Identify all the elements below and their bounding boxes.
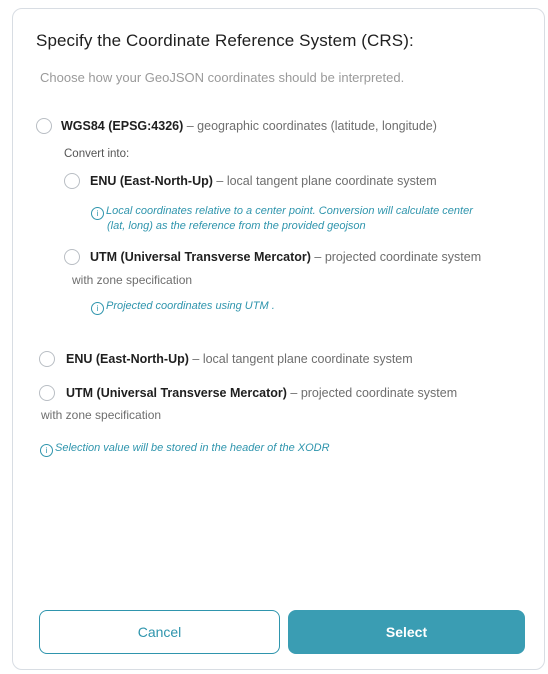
cancel-button[interactable]: Cancel [39, 610, 280, 654]
option-convert-utm-desc2: with zone specification [72, 273, 193, 287]
convert-into-label: Convert into: [64, 148, 130, 160]
dialog-title: Specify the Coordinate Reference System … [36, 31, 414, 50]
option-utm-desc2: with zone specification [41, 408, 162, 422]
option-enu-label: ENU (East-North-Up) [66, 352, 189, 366]
option-convert-enu-desc: – local tangent plane coordinate system [212, 174, 437, 188]
option-enu-desc: – local tangent plane coordinate system [188, 352, 413, 366]
convert-utm-info-text: Projected coordinates using UTM . [106, 300, 275, 312]
radio-convert-enu[interactable] [64, 173, 80, 189]
footer-info: i Selection value will be stored in the h… [40, 442, 330, 457]
dialog-subtitle: Choose how your GeoJSON coordinates shou… [40, 70, 405, 85]
footer-info-text: Selection value will be stored in the he… [55, 442, 330, 454]
option-convert-utm-label: UTM (Universal Transverse Mercator) [90, 250, 311, 264]
option-convert-enu-label: ENU (East-North-Up) [90, 174, 213, 188]
radio-enu[interactable] [39, 351, 55, 367]
info-icon: i [91, 207, 104, 220]
option-convert-utm-desc: – projected coordinate system [310, 250, 482, 264]
option-utm-desc: – projected coordinate system [286, 386, 458, 400]
info-icon: i [91, 302, 104, 315]
option-convert-enu[interactable]: ENU (East-North-Up) – local tangent plan… [90, 174, 437, 188]
crs-dialog: Specify the Coordinate Reference System … [12, 8, 545, 670]
convert-enu-info-line2: (lat, long) as the reference from the pr… [107, 220, 366, 232]
radio-wgs84[interactable] [36, 118, 52, 134]
option-utm[interactable]: UTM (Universal Transverse Mercator) – pr… [66, 386, 457, 400]
option-wgs84-desc: – geographic coordinates (latitude, long… [183, 119, 437, 133]
option-convert-utm[interactable]: UTM (Universal Transverse Mercator) – pr… [90, 250, 481, 264]
radio-utm[interactable] [39, 385, 55, 401]
option-wgs84[interactable]: WGS84 (EPSG:4326) – geographic coordinat… [61, 119, 437, 133]
radio-convert-utm[interactable] [64, 249, 80, 265]
option-enu[interactable]: ENU (East-North-Up) – local tangent plan… [66, 352, 413, 366]
convert-utm-info: i Projected coordinates using UTM . [91, 300, 275, 315]
convert-enu-info-line1: Local coordinates relative to a center p… [106, 205, 473, 217]
option-utm-label: UTM (Universal Transverse Mercator) [66, 386, 287, 400]
info-icon: i [40, 444, 53, 457]
select-button[interactable]: Select [288, 610, 525, 654]
convert-enu-info: i Local coordinates relative to a center … [91, 205, 473, 233]
option-wgs84-label: WGS84 (EPSG:4326) [61, 119, 184, 133]
